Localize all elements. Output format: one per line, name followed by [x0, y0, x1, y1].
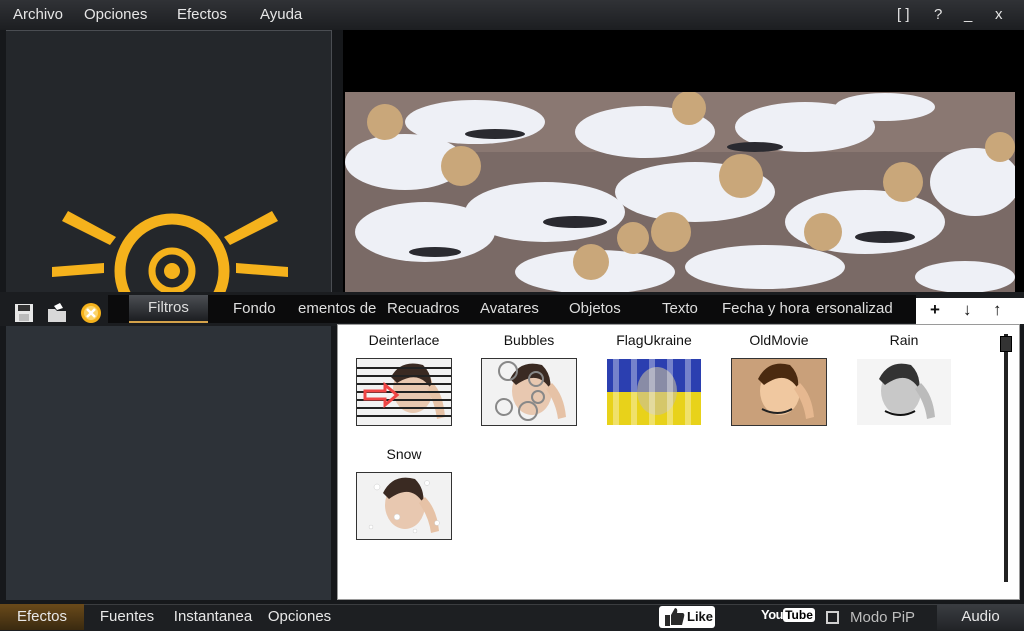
add-filter-button[interactable]: +: [930, 300, 940, 320]
filter-label: FlagUkraine: [616, 332, 692, 348]
thumbs-up-icon: [665, 608, 685, 626]
gannets-image-icon: [345, 92, 1015, 292]
filter-thumbnail: [356, 472, 452, 540]
like-label: Like: [687, 609, 714, 624]
youtube-tube: Tube: [783, 608, 815, 622]
youtube-button[interactable]: You Tube: [761, 606, 815, 624]
filter-label: OldMovie: [749, 332, 809, 348]
filter-thumbnail: [856, 358, 952, 426]
filter-tools: + ↓ ↑: [916, 298, 1024, 324]
pip-label: Modo PiP: [850, 609, 916, 626]
tab-efectos[interactable]: Efectos: [0, 604, 84, 630]
help-button[interactable]: ?: [934, 6, 942, 23]
menu-opciones[interactable]: Opciones: [84, 6, 147, 23]
tab-fondo[interactable]: Fondo: [233, 300, 276, 317]
filter-label: Deinterlace: [368, 332, 440, 348]
filter-thumbnail: [606, 358, 702, 426]
tab-filtros[interactable]: Filtros: [129, 295, 208, 323]
menu-efectos[interactable]: Efectos: [177, 6, 227, 23]
filter-scroll-thumb[interactable]: [1000, 336, 1012, 352]
tab-recuadros[interactable]: Recuadros: [387, 300, 460, 317]
filter-thumbnail: [481, 358, 577, 426]
tab-personalizado[interactable]: ersonalizad: [816, 300, 893, 317]
tab-elementos[interactable]: ementos de: [298, 300, 376, 317]
tab-objetos[interactable]: Objetos: [569, 300, 621, 317]
tab-strip: Filtros Fondo ementos de Recuadros Avata…: [108, 295, 916, 323]
tab-opciones[interactable]: Opciones: [257, 604, 342, 630]
video-frame: [345, 92, 1015, 292]
filter-item-rain[interactable]: Rain: [844, 330, 964, 426]
applied-effects-panel: [6, 326, 331, 600]
filter-grid: Deinterlace Bubbles FlagUkraine OldMovie…: [337, 324, 1020, 600]
tab-avatares[interactable]: Avatares: [480, 300, 539, 317]
menu-ayuda[interactable]: Ayuda: [260, 6, 302, 23]
like-button[interactable]: Like: [659, 606, 715, 628]
filter-item-deinterlace[interactable]: Deinterlace: [344, 330, 464, 426]
pip-checkbox[interactable]: [826, 611, 839, 624]
tab-texto[interactable]: Texto: [662, 300, 698, 317]
open-folder-icon[interactable]: [46, 302, 68, 324]
filter-label: Snow: [386, 446, 422, 462]
minimize-button[interactable]: _: [964, 6, 972, 23]
logo-panel: [6, 30, 332, 293]
filter-scrollbar[interactable]: [1004, 334, 1008, 582]
menu-bar: [0, 0, 1024, 30]
filter-thumbnail: [731, 358, 827, 426]
tab-fecha-hora[interactable]: Fecha y hora: [722, 300, 810, 317]
filter-item-bubbles[interactable]: Bubbles: [469, 330, 589, 426]
sun-logo-icon: [52, 211, 288, 293]
tab-fuentes[interactable]: Fuentes: [85, 604, 169, 630]
move-down-button[interactable]: ↓: [963, 300, 972, 320]
move-up-button[interactable]: ↑: [993, 300, 1002, 320]
tab-instantanea[interactable]: Instantanea: [170, 604, 256, 630]
filter-label: Bubbles: [503, 332, 555, 348]
close-button[interactable]: x: [995, 6, 1003, 23]
maximize-button[interactable]: [ ]: [897, 6, 910, 23]
filter-thumbnail: [356, 358, 452, 426]
filter-item-snow[interactable]: Snow: [344, 444, 464, 540]
filter-label: Rain: [889, 332, 919, 348]
save-icon[interactable]: [13, 302, 35, 324]
filter-item-oldmovie[interactable]: OldMovie: [719, 330, 839, 426]
close-circle-icon[interactable]: [80, 302, 102, 324]
tab-audio[interactable]: Audio: [937, 604, 1024, 630]
filter-item-flagukraine[interactable]: FlagUkraine: [594, 330, 714, 426]
menu-archivo[interactable]: Archivo: [13, 6, 63, 23]
youtube-you: You: [761, 607, 784, 622]
